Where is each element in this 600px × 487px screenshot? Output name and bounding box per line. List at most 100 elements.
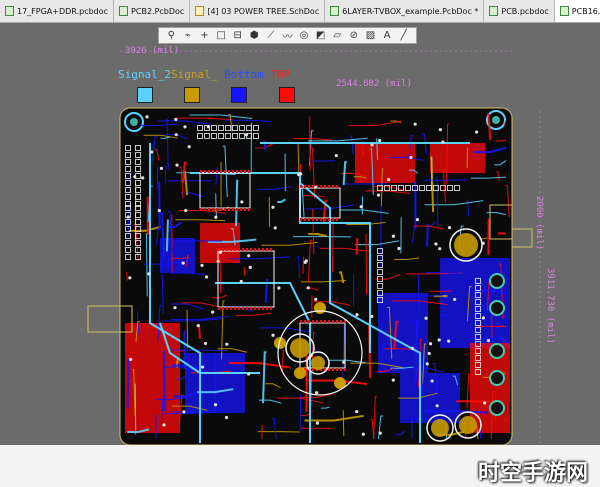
ic-pin xyxy=(200,208,202,211)
via xyxy=(162,423,166,427)
ic-pin xyxy=(222,307,224,310)
pcb-doc-icon xyxy=(330,6,340,16)
ic-pin xyxy=(222,248,224,251)
ic-pin xyxy=(232,208,234,211)
via xyxy=(206,125,210,129)
document-tab[interactable]: PCB.pcbdoc xyxy=(484,0,555,22)
via xyxy=(481,316,485,320)
ic-pin xyxy=(316,320,318,323)
via xyxy=(447,226,452,230)
ic-pin xyxy=(324,185,326,188)
layer-name-label: Signal_ xyxy=(170,68,218,81)
via xyxy=(244,133,249,137)
ic-pin xyxy=(216,170,218,173)
mounting-hole-drill xyxy=(492,116,500,124)
via xyxy=(437,338,441,342)
ic-pin xyxy=(238,307,240,310)
via xyxy=(435,404,439,408)
pcb-design-canvas[interactable] xyxy=(0,23,600,445)
via xyxy=(181,261,185,265)
ic-pin xyxy=(320,320,322,323)
ic-pin xyxy=(234,248,236,251)
copper-pour xyxy=(430,143,485,173)
dimension-top-left: 3926 (mil) xyxy=(125,46,180,56)
layer-name-label: Bottom xyxy=(223,68,264,81)
ic-pin xyxy=(254,307,256,310)
via xyxy=(306,286,310,290)
thru-hole xyxy=(489,273,505,289)
via xyxy=(157,208,161,213)
via xyxy=(370,143,374,147)
document-tab-label: PCB2.PcbDoc xyxy=(131,6,185,16)
via xyxy=(387,178,391,182)
document-tab[interactable]: 17_FPGA+DDR.pcbdoc xyxy=(0,0,115,22)
via xyxy=(413,122,417,126)
via xyxy=(211,310,215,314)
ic-pin xyxy=(230,248,232,251)
via xyxy=(378,431,382,435)
via xyxy=(361,432,365,436)
dimension-right-upper: 2000 (mil) xyxy=(534,196,544,251)
ic-pin xyxy=(266,307,268,310)
ic-pin xyxy=(312,218,314,221)
document-tab[interactable]: PCB16.pcbdoc * xyxy=(554,0,600,22)
ic-pin xyxy=(266,248,268,251)
ic-pin xyxy=(336,218,338,221)
ic-pin xyxy=(270,307,272,310)
ic-pin xyxy=(212,208,214,211)
ic-pin xyxy=(324,320,326,323)
ic-pin xyxy=(230,307,232,310)
via xyxy=(184,208,188,213)
ic-pin xyxy=(238,248,240,251)
ic-pin xyxy=(250,307,252,310)
document-tab[interactable]: PCB2.PcbDoc xyxy=(114,0,191,22)
document-tab[interactable]: [4] 03 POWER TREE.SchDoc xyxy=(190,0,326,22)
capacitor-pad xyxy=(431,419,449,437)
copper-pour xyxy=(125,323,180,433)
via xyxy=(247,372,251,376)
copper-pour xyxy=(160,238,195,273)
document-tab[interactable]: 6LAYER-TVBOX_example.PcbDoc * xyxy=(325,0,485,22)
via xyxy=(409,155,413,160)
via xyxy=(247,254,251,258)
via xyxy=(133,175,137,179)
ic-pin xyxy=(218,248,220,251)
ic-pin xyxy=(320,185,322,188)
via xyxy=(441,140,445,144)
ic-pin xyxy=(336,368,338,371)
via xyxy=(427,351,431,356)
via xyxy=(273,226,277,230)
via xyxy=(271,205,275,209)
ic-pin xyxy=(308,218,310,221)
ic-pin xyxy=(312,185,314,188)
via xyxy=(355,313,359,317)
via xyxy=(446,339,451,343)
via xyxy=(430,379,434,383)
via xyxy=(438,247,442,251)
via xyxy=(424,316,428,320)
routing-trace xyxy=(355,237,359,255)
via xyxy=(277,286,281,290)
ic-pin xyxy=(324,218,326,221)
via xyxy=(187,145,191,149)
thru-hole xyxy=(489,400,505,416)
ic-pin xyxy=(224,208,226,211)
via xyxy=(128,276,132,280)
document-tab-label: [4] 03 POWER TREE.SchDoc xyxy=(207,6,320,16)
document-tab-label: PCB16.pcbdoc * xyxy=(571,6,600,16)
ic-pin xyxy=(320,218,322,221)
via xyxy=(334,153,338,158)
thru-hole xyxy=(489,343,505,359)
routing-trace xyxy=(411,413,413,440)
via xyxy=(355,410,359,414)
via xyxy=(425,362,429,366)
via xyxy=(486,339,491,343)
via xyxy=(315,421,320,425)
via xyxy=(378,138,382,143)
via xyxy=(216,259,220,264)
via xyxy=(196,324,200,328)
top-swatch xyxy=(279,87,295,103)
routing-trace xyxy=(312,160,336,162)
pcb-board-render[interactable] xyxy=(0,23,600,445)
via xyxy=(297,173,301,177)
